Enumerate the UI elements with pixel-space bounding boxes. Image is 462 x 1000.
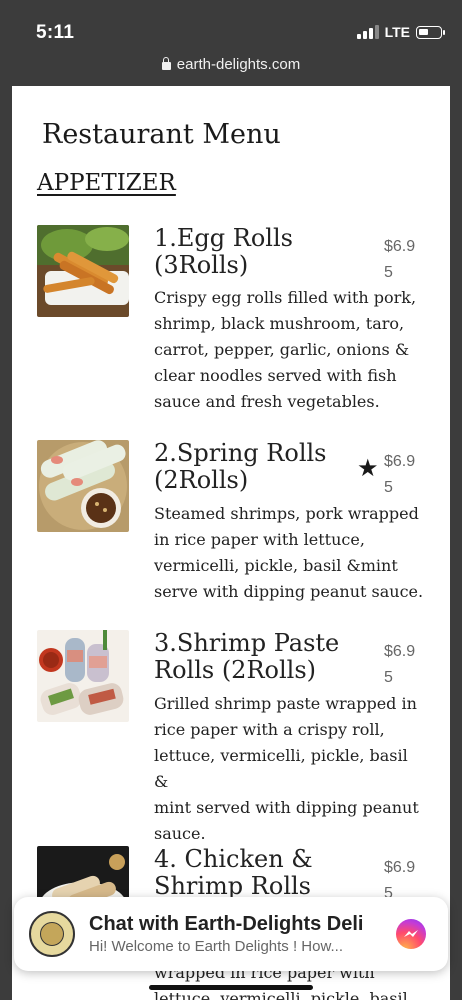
egg-rolls-image [37,225,129,317]
signal-icon [356,25,379,39]
item-price: $6.95 [384,643,416,686]
url-text: earth-delights.com [176,56,301,73]
section-heading: APPETIZER [37,170,176,196]
chat-popup[interactable]: Chat with Earth-Delights Deli Hi! Welcom… [14,897,448,971]
spring-rolls-image [37,440,129,532]
item-price: $6.95 [384,238,416,281]
address-bar[interactable]: earth-delights.com [0,56,462,73]
chat-preview: Hi! Welcome to Earth Delights ! How... [89,938,343,955]
status-indicators: LTE [356,24,445,40]
item-description: Grilled shrimp paste wrapped in rice pap… [154,694,419,843]
star-icon[interactable]: ★ [357,456,379,480]
status-time: 5:11 [36,22,75,43]
menu-page: Restaurant Menu APPETIZER 1.Egg Rolls (3… [12,86,450,1000]
page-title: Restaurant Menu [42,119,281,150]
business-logo [29,911,75,957]
item-price: $6.95 [384,453,416,496]
lock-icon [161,57,171,70]
messenger-icon[interactable] [396,919,426,949]
battery-icon [416,25,445,39]
chat-title: Chat with Earth-Delights Deli [89,913,364,935]
item-name: 2.Spring Rolls (2Rolls) [154,439,327,494]
item-description: Crispy egg rolls filled with pork, shrim… [154,288,417,411]
item-name: 1.Egg Rolls (3Rolls) [154,224,293,279]
home-indicator[interactable] [149,985,313,990]
item-name: 4. Chicken & Shrimp Rolls [154,845,313,900]
item-name: 3.Shrimp Paste Rolls (2Rolls) [154,629,340,684]
item-description: Steamed shrimps, pork wrapped in rice pa… [154,504,424,601]
network-label: LTE [384,24,410,40]
browser-top-bar: 5:11 LTE earth-delights.com [0,0,462,86]
shrimp-paste-rolls-image [37,630,129,722]
